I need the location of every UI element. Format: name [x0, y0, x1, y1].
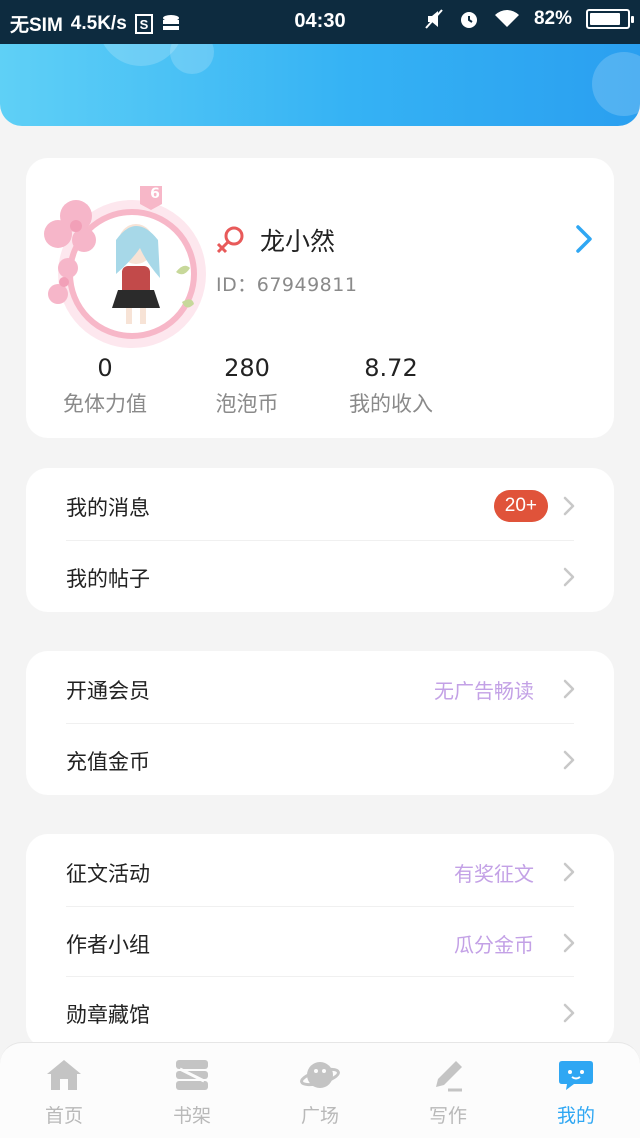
unread-badge: 20+: [493, 490, 548, 522]
stat-label: 免体力值: [63, 392, 147, 416]
nav-label: 书架: [172, 1105, 211, 1127]
menu-item-contest[interactable]: 征文活动 有奖征文: [26, 836, 614, 906]
nav-label: 首页: [44, 1105, 83, 1127]
battery-icon: [586, 9, 634, 29]
nav-label: 写作: [428, 1105, 467, 1127]
menu-item-label: 充值金币: [66, 750, 150, 774]
nav-mine[interactable]: 我的: [512, 1057, 640, 1128]
user-name: 龙小然: [260, 227, 336, 256]
stat-stamina[interactable]: 0 免体力值: [40, 354, 170, 418]
mute-icon: [424, 8, 444, 30]
planet-icon: [300, 1062, 340, 1088]
stat-label: 泡泡币: [215, 392, 279, 416]
menu-group-messages: 我的消息 20+ 我的帖子: [26, 468, 614, 612]
stat-value: 8.72: [364, 354, 418, 382]
menu-item-my-messages[interactable]: 我的消息 20+: [26, 470, 614, 540]
menu-item-label: 我的帖子: [66, 567, 150, 591]
pen-icon: [436, 1061, 462, 1092]
menu-item-membership[interactable]: 开通会员 无广告畅读: [26, 653, 614, 723]
battery-level: [590, 13, 620, 25]
nav-label: 我的: [556, 1105, 595, 1127]
nav-bookshelf[interactable]: 书架: [128, 1057, 256, 1128]
alarm-icon: [458, 8, 480, 30]
chevron-right-icon: [563, 933, 575, 953]
stat-label: 我的收入: [349, 392, 433, 416]
chevron-right-icon: [563, 679, 575, 699]
menu-item-recharge[interactable]: 充值金币: [26, 724, 614, 794]
nav-home[interactable]: 首页: [0, 1057, 128, 1128]
bookshelf-icon: [176, 1060, 208, 1090]
menu-item-hint: 有奖征文: [454, 862, 534, 886]
menu-item-label: 我的消息: [66, 496, 150, 520]
nav-square[interactable]: 广场: [256, 1057, 384, 1128]
chat-bubble-icon: [559, 1061, 593, 1090]
chevron-right-icon: [563, 496, 575, 516]
stat-value: 280: [224, 354, 270, 382]
menu-item-label: 开通会员: [66, 679, 150, 703]
chevron-right-icon[interactable]: [574, 224, 594, 254]
chevron-right-icon: [563, 567, 575, 587]
stat-income[interactable]: 8.72 我的收入: [326, 354, 456, 418]
menu-item-label: 作者小组: [66, 933, 150, 957]
menu-item-hint: 瓜分金币: [454, 933, 534, 957]
home-icon: [47, 1060, 81, 1090]
decor-bubble: [592, 52, 640, 116]
female-gender-icon: [216, 226, 244, 254]
menu-item-label: 征文活动: [66, 862, 150, 886]
wifi-icon: [494, 9, 520, 29]
avatar[interactable]: 6: [36, 182, 212, 358]
battery-percent: 82%: [533, 8, 572, 29]
menu-item-medal-hall[interactable]: 勋章藏馆: [26, 977, 614, 1047]
stat-value: 0: [97, 354, 113, 382]
menu-item-label: 勋章藏馆: [66, 1003, 150, 1027]
user-id: ID：67949811: [216, 274, 358, 296]
menu-group-membership: 开通会员 无广告畅读 充值金币: [26, 651, 614, 795]
nav-write[interactable]: 写作: [384, 1057, 512, 1128]
profile-card[interactable]: 6 龙小然 ID：67949811 0 免体力值 280 泡泡币 8.72 我的…: [26, 158, 614, 438]
menu-item-author-group[interactable]: 作者小组 瓜分金币: [26, 907, 614, 977]
stat-bubble-coins[interactable]: 280 泡泡币: [182, 354, 312, 418]
bottom-nav: 首页 书架 广场 写作 我的: [0, 1042, 640, 1138]
level-badge: 6: [150, 186, 160, 202]
chevron-right-icon: [563, 862, 575, 882]
menu-item-my-posts[interactable]: 我的帖子: [26, 541, 614, 611]
chevron-right-icon: [563, 750, 575, 770]
menu-item-hint: 无广告畅读: [434, 679, 534, 703]
status-bar: 无SIM 4.5K/s S 04:30 82%: [0, 0, 640, 44]
nav-label: 广场: [300, 1105, 339, 1127]
menu-group-activities: 征文活动 有奖征文 作者小组 瓜分金币 勋章藏馆: [26, 834, 614, 1048]
chevron-right-icon: [563, 1003, 575, 1023]
